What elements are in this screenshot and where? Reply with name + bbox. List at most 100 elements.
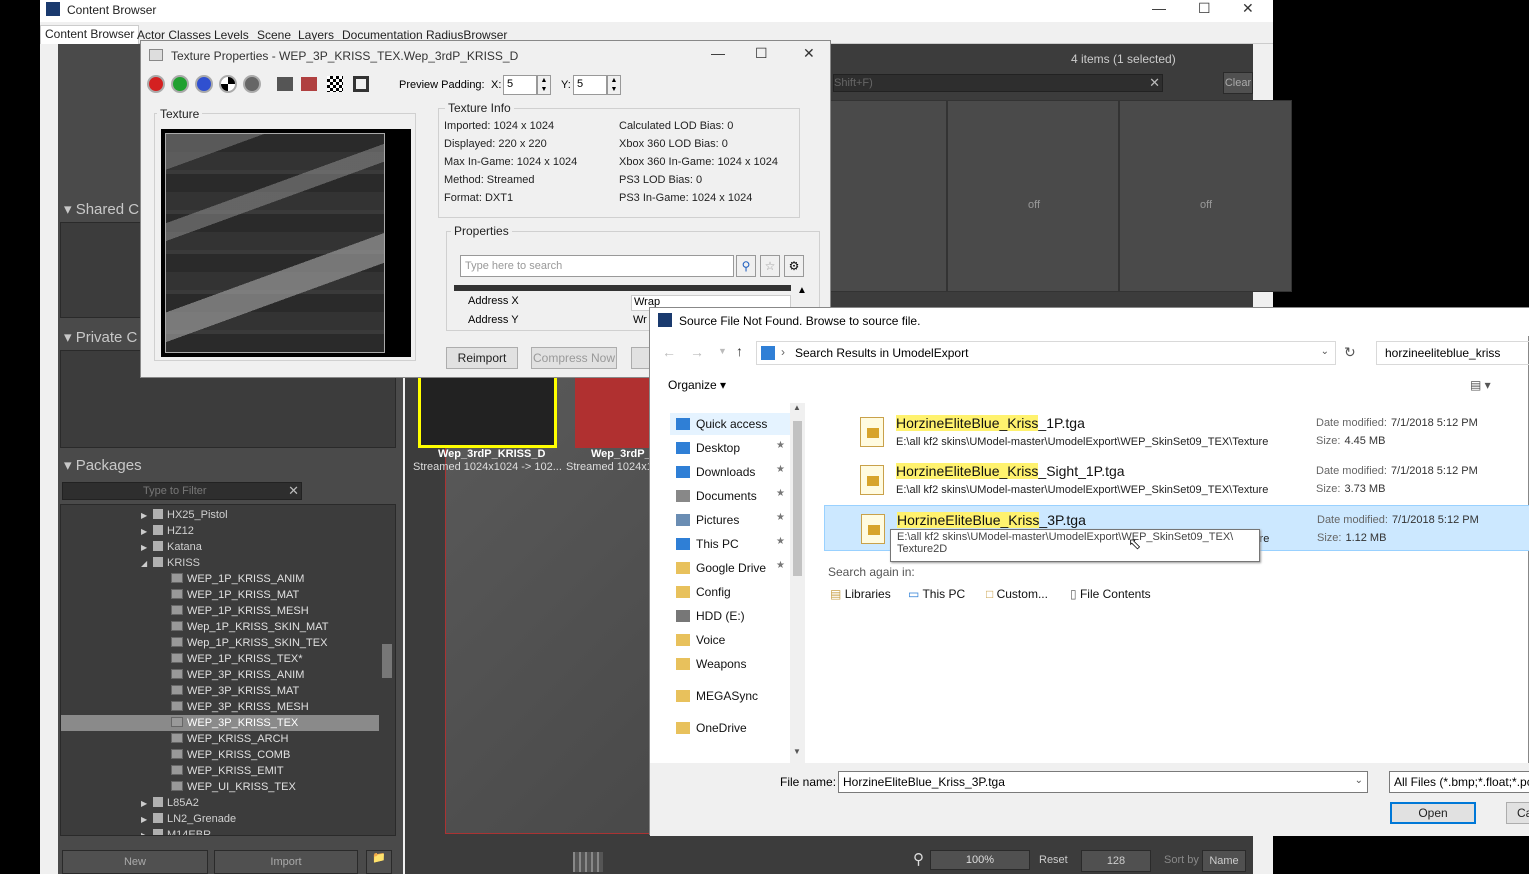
blue-channel-icon[interactable]: [195, 75, 213, 93]
print-icon[interactable]: [277, 77, 293, 91]
tree-package[interactable]: WEP_KRISS_ARCH: [171, 731, 288, 747]
nav-item[interactable]: MEGASync: [676, 685, 758, 707]
tree-package[interactable]: Wep_1P_KRISS_SKIN_MAT: [171, 619, 328, 635]
recent-dropdown-icon[interactable]: ▼: [718, 346, 727, 356]
tree-scrollbar[interactable]: [382, 644, 392, 678]
this-pc-link[interactable]: ▭ This PC: [908, 587, 965, 601]
tree-folder[interactable]: ◢ KRISS: [141, 555, 200, 571]
maximize-icon[interactable]: ☐: [755, 45, 768, 62]
tree-package[interactable]: WEP_KRISS_COMB: [171, 747, 290, 763]
checker-icon[interactable]: [327, 76, 343, 92]
compress-now-button[interactable]: Compress Now: [531, 347, 617, 369]
green-channel-icon[interactable]: [171, 75, 189, 93]
x-spinner[interactable]: ▲ ▼: [537, 75, 551, 95]
packages-header[interactable]: ▾ Packages: [58, 454, 398, 478]
tree-package[interactable]: WEP_1P_KRISS_ANIM: [171, 571, 304, 587]
collapsed-arrow-icon[interactable]: ▶: [141, 812, 153, 828]
wrench-icon[interactable]: ⚙: [784, 255, 804, 277]
tree-package[interactable]: WEP_1P_KRISS_MESH: [171, 603, 309, 619]
address-bar[interactable]: › Search Results in UmodelExport ⌄: [756, 341, 1336, 365]
reset-button[interactable]: Reset: [1039, 854, 1068, 866]
close-icon[interactable]: ✕: [1242, 0, 1254, 17]
zoom-field[interactable]: 100%: [930, 850, 1030, 870]
organize-button[interactable]: Organize ▾: [668, 378, 726, 392]
up-icon[interactable]: ↑: [736, 343, 743, 359]
nav-item[interactable]: Weapons: [676, 653, 746, 675]
import-button[interactable]: Import: [214, 850, 358, 874]
refresh-icon[interactable]: ↻: [1344, 344, 1356, 361]
property-value[interactable]: Wr: [631, 314, 651, 330]
collapsed-arrow-icon[interactable]: ▶: [141, 796, 153, 812]
minimize-icon[interactable]: —: [1152, 0, 1166, 16]
chevron-down-icon[interactable]: ⌄: [1321, 346, 1329, 357]
back-icon[interactable]: ←: [662, 344, 676, 360]
collapsed-arrow-icon[interactable]: ▶: [141, 828, 153, 835]
alpha-channel-icon[interactable]: [219, 75, 237, 93]
tree-package[interactable]: WEP_3P_KRISS_MESH: [171, 699, 309, 715]
search-box[interactable]: Shift+F) ✕: [833, 74, 1163, 92]
tree-package[interactable]: WEP_3P_KRISS_MAT: [171, 683, 299, 699]
tree-folder[interactable]: ▶ LN2_Grenade: [141, 811, 236, 827]
property-search-input[interactable]: Type here to search: [460, 255, 734, 277]
scroll-down-icon[interactable]: ▼: [793, 747, 801, 756]
file-row[interactable]: HorzineEliteBlue_Kriss_1P.tga E:\all kf2 …: [824, 409, 1529, 455]
open-button[interactable]: Open: [1390, 802, 1476, 824]
tree-package[interactable]: WEP_3P_KRISS_ANIM: [171, 667, 304, 683]
asset-thumb-selected[interactable]: [418, 374, 557, 448]
file-type-select[interactable]: All Files (*.bmp;*.float;*.pc: [1389, 771, 1529, 793]
collapsed-arrow-icon[interactable]: ▶: [141, 524, 153, 540]
nav-item[interactable]: Config: [676, 581, 731, 603]
favorite-icon[interactable]: ☆: [760, 255, 780, 277]
asset-thumb[interactable]: [575, 374, 655, 448]
file-contents-link[interactable]: ▯ File Contents: [1070, 587, 1151, 601]
gray-channel-icon[interactable]: [243, 75, 261, 93]
tree-package[interactable]: WEP_KRISS_EMIT: [171, 763, 284, 779]
tree-folder[interactable]: ▶ L85A2: [141, 795, 199, 811]
file-name-input[interactable]: HorzineEliteBlue_Kriss_3P.tga ⌄: [838, 771, 1368, 793]
tree-package-selected[interactable]: WEP_3P_KRISS_TEX: [61, 715, 379, 731]
tree-package[interactable]: WEP_1P_KRISS_TEX*: [171, 651, 303, 667]
file-row[interactable]: HorzineEliteBlue_Kriss_Sight_1P.tga E:\al…: [824, 457, 1529, 503]
tab-content-browser[interactable]: Content Browser: [40, 25, 140, 44]
maximize-icon[interactable]: ☐: [1198, 0, 1211, 17]
x-padding-input[interactable]: 5: [503, 75, 537, 95]
extra-button[interactable]: [631, 347, 651, 369]
tree-package[interactable]: Wep_1P_KRISS_SKIN_TEX: [171, 635, 327, 651]
cancel-button[interactable]: Ca: [1506, 802, 1529, 824]
y-spinner[interactable]: ▲ ▼: [607, 75, 621, 95]
chevron-down-icon[interactable]: ⌄: [1355, 775, 1363, 786]
new-button[interactable]: New: [62, 850, 208, 874]
grid-view-icon[interactable]: [573, 852, 603, 872]
clear-filter-icon[interactable]: ✕: [288, 483, 299, 499]
size-select[interactable]: 128: [1081, 850, 1151, 872]
tree-package[interactable]: WEP_1P_KRISS_MAT: [171, 587, 299, 603]
tree-folder[interactable]: ▶ M14EBR: [141, 827, 211, 835]
nav-item[interactable]: Voice: [676, 629, 725, 651]
nav-item[interactable]: HDD (E:): [676, 605, 745, 627]
expanded-arrow-icon[interactable]: ◢: [141, 556, 153, 572]
scroll-up-icon[interactable]: ▲: [797, 285, 807, 296]
libraries-link[interactable]: ▤ Libraries: [830, 587, 891, 601]
tree-package[interactable]: WEP_UI_KRISS_TEX: [171, 779, 296, 795]
find-icon[interactable]: [301, 77, 317, 91]
folder-button[interactable]: 📁: [366, 850, 392, 874]
clear-search-icon[interactable]: ✕: [1149, 75, 1160, 91]
collapsed-arrow-icon[interactable]: ▶: [141, 508, 153, 524]
filter-box[interactable]: Type to Filter ✕: [62, 482, 302, 500]
search-icon[interactable]: ⚲: [736, 255, 756, 277]
minimize-icon[interactable]: —: [711, 45, 725, 61]
custom-link[interactable]: □ Custom...: [986, 587, 1048, 601]
reimport-button[interactable]: Reimport: [446, 347, 518, 369]
search-input[interactable]: horzineeliteblue_kriss: [1376, 341, 1529, 365]
tree-folder[interactable]: ▶ HX25_Pistol: [141, 507, 228, 523]
close-icon[interactable]: ✕: [803, 45, 815, 62]
collapsed-arrow-icon[interactable]: ▶: [141, 540, 153, 556]
nav-item[interactable]: OneDrive: [676, 717, 747, 739]
sort-select[interactable]: Name: [1202, 850, 1246, 872]
forward-icon[interactable]: →: [690, 344, 704, 360]
red-channel-icon[interactable]: [147, 75, 165, 93]
y-padding-input[interactable]: 5: [573, 75, 607, 95]
view-options-icon[interactable]: ▤ ▾: [1470, 378, 1491, 392]
clear-button[interactable]: Clear: [1223, 72, 1253, 94]
tree-folder[interactable]: ▶ HZ12: [141, 523, 194, 539]
